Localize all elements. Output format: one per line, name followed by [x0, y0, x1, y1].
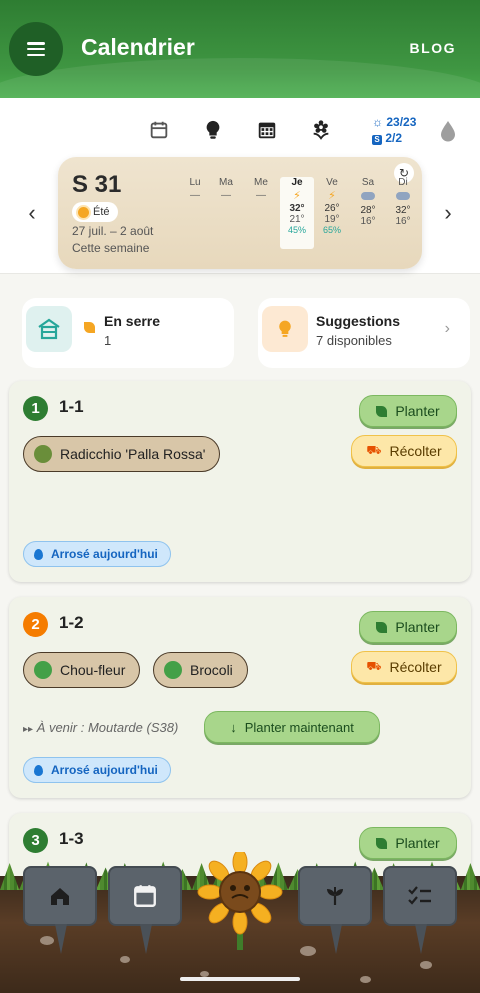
harvest-button[interactable]: ⛟ Récolter [351, 651, 457, 683]
lightbulb-icon [262, 306, 308, 352]
leaf-icon [376, 405, 388, 417]
crop-icon [164, 661, 182, 679]
week-card: S 31 Été 27 juil. – 2 août Cette semaine… [58, 157, 422, 269]
lightbulb-icon[interactable] [201, 118, 225, 142]
bed-badge: 2 [23, 612, 48, 637]
sun-icon [78, 206, 89, 218]
next-week-button[interactable]: › [438, 200, 458, 225]
flower-icon[interactable] [309, 118, 333, 142]
greenhouse-count: 1 [104, 333, 112, 348]
greenhouse-card[interactable]: En serre 1 [22, 298, 234, 368]
nav-home[interactable] [23, 866, 97, 926]
calendar-grid-icon[interactable] [255, 118, 279, 142]
arrow-down-icon: ↓ [230, 719, 237, 735]
suggestions-title: Suggestions [316, 313, 401, 329]
week-number: S 31 [72, 171, 122, 198]
crop-chip[interactable]: Chou-fleur [23, 652, 141, 688]
season-badge: Été [72, 202, 118, 222]
week-date-range: 27 juil. – 2 août [72, 224, 154, 238]
day-lu: Lu — [189, 177, 201, 201]
bed-badge: 1 [23, 396, 48, 421]
upcoming-crop: ▸▸ À venir : Moutarde (S38) [23, 720, 179, 735]
tractor-icon: ⛟ [366, 659, 382, 673]
header-wave [0, 58, 480, 98]
menu-icon [27, 42, 45, 56]
sunflower-mascot[interactable] [196, 849, 284, 950]
suggestions-count: 7 disponibles [316, 333, 392, 348]
plant-button[interactable]: Planter [359, 827, 457, 859]
watered-badge: Arrosé aujourd'hui [23, 757, 171, 783]
watered-badge: Arrosé aujourd'hui [23, 541, 171, 567]
day-je: Je ⚡ 32° 21° 45% [280, 177, 314, 249]
nav-garden[interactable] [298, 866, 372, 926]
bed-badge: 3 [23, 828, 48, 853]
menu-button[interactable] [9, 22, 63, 76]
page-title: Calendrier [81, 34, 195, 60]
blog-link[interactable]: BLOG [410, 40, 456, 56]
plant-now-button[interactable]: ↓ Planter maintenant [204, 711, 380, 743]
bed-name: 1-1 [59, 397, 84, 416]
calendar-icon [134, 885, 156, 907]
leaf-icon [84, 322, 95, 333]
water-drop-icon [34, 548, 43, 560]
storm-icon: ⚡ [328, 190, 336, 202]
crop-icon [34, 445, 52, 463]
bed-card-1-2[interactable]: 2 1-2 Planter ⛟ Récolter Chou-fleur Broco… [9, 597, 471, 798]
water-drop-icon [34, 764, 43, 776]
storm-icon: ⚡ [293, 190, 301, 202]
crop-chip[interactable]: Brocoli [153, 652, 248, 688]
crop-icon [34, 661, 52, 679]
sprout-icon [327, 887, 343, 905]
drop-icon[interactable] [438, 119, 458, 148]
cloud-icon [361, 192, 375, 200]
previous-week-button[interactable]: ‹ [22, 200, 42, 225]
week-label: Cette semaine [72, 241, 150, 255]
bed-name: 1-2 [59, 613, 84, 632]
bed-name: 1-3 [59, 829, 84, 848]
sun-stat-icon: ☼ [372, 115, 383, 129]
plant-button[interactable]: Planter [359, 395, 457, 427]
chevron-right-icon: › [444, 320, 450, 337]
day-me: Me — [254, 177, 268, 201]
home-icon [51, 888, 69, 905]
calendar-outline-icon[interactable] [147, 118, 171, 142]
nav-calendar[interactable] [108, 866, 182, 926]
greenhouse-icon [26, 306, 72, 352]
tractor-icon: ⛟ [366, 443, 382, 457]
home-indicator[interactable] [180, 977, 300, 981]
plant-button[interactable]: Planter [359, 611, 457, 643]
nav-tasks[interactable] [383, 866, 457, 926]
suggestions-card[interactable]: Suggestions 7 disponibles › [258, 298, 470, 368]
crop-chip[interactable]: Radicchio 'Palla Rossa' [23, 436, 221, 472]
garden-stats: ☼ 23/23 S 2/2 [372, 114, 416, 146]
fast-forward-icon: ▸▸ [23, 724, 34, 735]
checklist-icon [408, 886, 431, 905]
app-header: Calendrier BLOG [0, 0, 480, 98]
day-sa: Sa 28° 16° [360, 177, 376, 227]
cloud-icon [396, 192, 410, 200]
greenhouse-title: En serre [104, 313, 161, 329]
day-ve: Ve ⚡ 26° 19° 65% [315, 177, 349, 235]
bed-card-1-1[interactable]: 1 1-1 Planter ⛟ Récolter Radicchio 'Palla… [9, 381, 471, 582]
day-di: Di 32° 16° [395, 177, 411, 227]
harvest-button[interactable]: ⛟ Récolter [351, 435, 457, 467]
day-ma: Ma — [219, 177, 233, 201]
leaf-icon [376, 837, 388, 849]
count-stat-icon: S [372, 135, 382, 145]
leaf-icon [376, 621, 388, 633]
count-stat: S 2/2 [372, 130, 416, 146]
sun-stat: ☼ 23/23 [372, 115, 417, 129]
